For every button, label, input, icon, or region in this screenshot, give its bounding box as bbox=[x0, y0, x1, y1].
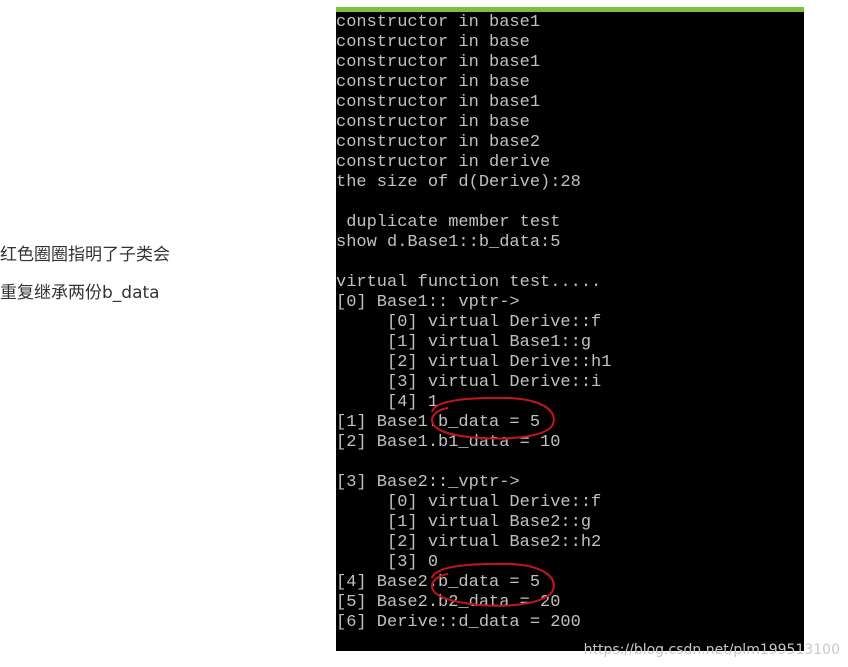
console-line: [2] virtual Derive::h1 bbox=[336, 353, 612, 372]
console-line: [2] virtual Base2::h2 bbox=[336, 533, 602, 552]
console-line: [4] 1 bbox=[336, 393, 439, 412]
console-line: constructor in base1 bbox=[336, 13, 541, 32]
console-line: [3] Base2::_vptr-> bbox=[336, 473, 520, 492]
console-title-bar bbox=[336, 7, 804, 12]
console-line: constructor in base bbox=[336, 113, 530, 132]
annotation-line-2: 重复继承两份b_data bbox=[0, 283, 160, 303]
console-line: [0] virtual Derive::f bbox=[336, 493, 602, 512]
console-line: constructor in base1 bbox=[336, 53, 541, 72]
console-line: [1] Base1.b_data = 5 bbox=[336, 413, 541, 432]
console-line: [2] Base1.b1_data = 10 bbox=[336, 433, 561, 452]
console-line: [5] Base2.b2_data = 20 bbox=[336, 593, 561, 612]
console-line: [6] Derive::d_data = 200 bbox=[336, 613, 581, 632]
console-line: the size of d(Derive):28 bbox=[336, 173, 581, 192]
watermark: https://blog.csdn.net/plm199513100 bbox=[583, 642, 840, 658]
console-line: [1] virtual Base2::g bbox=[336, 513, 592, 532]
console-line: [4] Base2.b_data = 5 bbox=[336, 573, 541, 592]
console-line: [0] virtual Derive::f bbox=[336, 313, 602, 332]
console-line: [3] virtual Derive::i bbox=[336, 373, 602, 392]
console-window: constructor in base1 constructor in base… bbox=[336, 7, 804, 651]
console-line: constructor in base2 bbox=[336, 133, 541, 152]
annotation-text: 红色圈圈指明了子类会 重复继承两份b_data bbox=[0, 236, 250, 312]
console-output: constructor in base1 constructor in base… bbox=[336, 13, 804, 633]
console-line: constructor in base bbox=[336, 33, 530, 52]
console-line: [3] 0 bbox=[336, 553, 439, 572]
console-line: constructor in base1 bbox=[336, 93, 541, 112]
console-line: [1] virtual Base1::g bbox=[336, 333, 592, 352]
console-line: constructor in derive bbox=[336, 153, 551, 172]
console-line: virtual function test..... bbox=[336, 273, 602, 292]
console-line: [0] Base1:: vptr-> bbox=[336, 293, 520, 312]
console-line: constructor in base bbox=[336, 73, 530, 92]
console-line: show d.Base1::b_data:5 bbox=[336, 233, 561, 252]
annotation-line-1: 红色圈圈指明了子类会 bbox=[0, 245, 170, 265]
console-line: duplicate member test bbox=[336, 213, 561, 232]
